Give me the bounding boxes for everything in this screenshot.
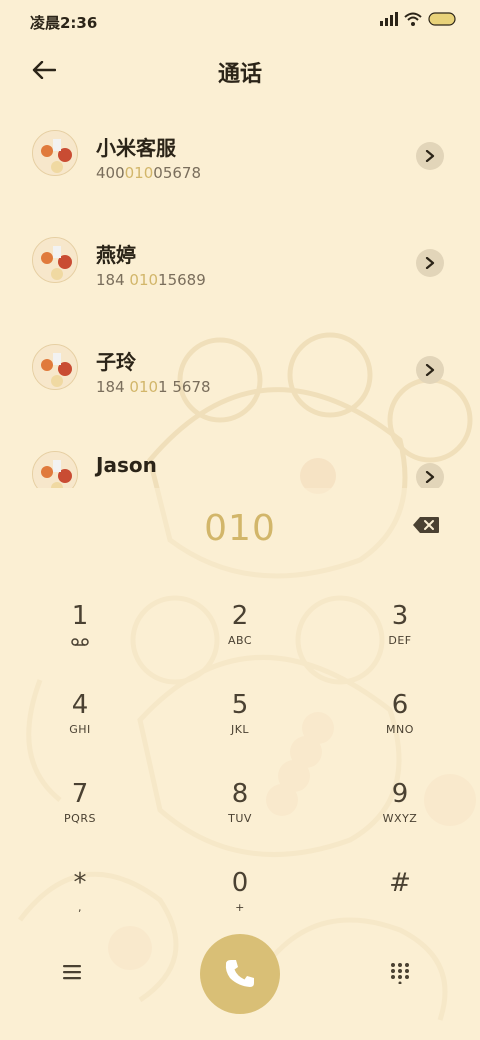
key-digit: 4 bbox=[71, 690, 89, 720]
avatar-illustration-icon bbox=[33, 131, 77, 175]
key-5[interactable]: 5 JKL bbox=[180, 689, 300, 769]
page-title: 通话 bbox=[217, 62, 262, 87]
dialpad-icon bbox=[391, 963, 409, 985]
backspace-icon bbox=[413, 517, 439, 533]
contact-row[interactable]: 小米客服 40001005678 bbox=[0, 104, 480, 204]
key-8[interactable]: 8 TUV bbox=[180, 778, 300, 858]
call-button[interactable] bbox=[200, 934, 280, 1014]
key-digit: 9 bbox=[391, 779, 409, 809]
contact-detail-button[interactable] bbox=[416, 249, 444, 277]
key-digit: 1 bbox=[71, 601, 89, 631]
backspace-button[interactable] bbox=[412, 516, 442, 538]
key-4[interactable]: 4 GHI bbox=[20, 689, 140, 769]
avatar bbox=[32, 130, 78, 176]
key-letters: , bbox=[78, 901, 82, 914]
dial-panel: 010 1 2 ABC 3 DEF 4 GHI 5 JKL 6 MNO 7 PQ… bbox=[0, 488, 480, 1040]
contact-number: 40001005678 bbox=[96, 164, 201, 182]
key-digit: 3 bbox=[391, 601, 409, 631]
dialpad-toggle-button[interactable] bbox=[390, 962, 414, 986]
status-bar: 凌晨2:36 bbox=[0, 0, 480, 42]
key-digit: # bbox=[389, 868, 411, 898]
contact-name: 小米客服 bbox=[96, 136, 176, 160]
key-6[interactable]: 6 MNO bbox=[340, 689, 460, 769]
menu-icon bbox=[63, 965, 81, 980]
menu-button[interactable] bbox=[62, 964, 92, 988]
contact-row[interactable]: 子玲 184 0101 5678 bbox=[0, 318, 480, 418]
key-letters: MNO bbox=[386, 723, 414, 736]
key-digit: 7 bbox=[71, 779, 89, 809]
contact-row[interactable]: Jason bbox=[0, 425, 480, 488]
contact-number: 184 0101 5678 bbox=[96, 378, 211, 396]
avatar-illustration-icon bbox=[33, 345, 77, 389]
contact-row[interactable]: 燕婷 184 01015689 bbox=[0, 211, 480, 311]
key-9[interactable]: 9 WXYZ bbox=[340, 778, 460, 858]
contact-list[interactable]: 小米客服 40001005678 燕婷 184 01015689 子玲 184 … bbox=[0, 104, 480, 488]
chevron-right-icon bbox=[425, 257, 435, 269]
avatar bbox=[32, 451, 78, 488]
key-letters: DEF bbox=[388, 634, 412, 647]
chevron-right-icon bbox=[425, 150, 435, 162]
status-icons bbox=[380, 12, 456, 26]
key-letters: ABC bbox=[227, 634, 253, 647]
key-7[interactable]: 7 PQRS bbox=[20, 778, 140, 858]
contact-detail-button[interactable] bbox=[416, 142, 444, 170]
contact-name: 燕婷 bbox=[96, 243, 136, 267]
key-digit: * bbox=[73, 868, 87, 898]
contact-detail-button[interactable] bbox=[416, 356, 444, 384]
battery-icon bbox=[428, 12, 456, 26]
avatar-illustration-icon bbox=[33, 238, 77, 282]
key-digit: 8 bbox=[231, 779, 249, 809]
key-letters: PQRS bbox=[64, 812, 96, 825]
key-3[interactable]: 3 DEF bbox=[340, 600, 460, 680]
avatar bbox=[32, 237, 78, 283]
key-digit: 0 bbox=[231, 868, 249, 898]
voicemail-icon bbox=[71, 638, 89, 646]
signal-icon bbox=[380, 12, 398, 26]
key-letters: WXYZ bbox=[382, 812, 418, 825]
key-letters: TUV bbox=[228, 812, 252, 825]
key-letters: JKL bbox=[230, 723, 250, 736]
chevron-right-icon bbox=[425, 364, 435, 376]
dialed-number: 010 bbox=[204, 508, 276, 549]
chevron-right-icon bbox=[425, 471, 435, 483]
key-letters: GHI bbox=[69, 723, 91, 736]
contact-name: Jason bbox=[96, 453, 157, 477]
avatar bbox=[32, 344, 78, 390]
status-time: 凌晨2:36 bbox=[30, 14, 98, 32]
key-1[interactable]: 1 bbox=[20, 600, 140, 680]
contact-name: 子玲 bbox=[96, 350, 136, 374]
key-digit: 5 bbox=[231, 690, 249, 720]
key-2[interactable]: 2 ABC bbox=[180, 600, 300, 680]
contact-detail-button[interactable] bbox=[416, 463, 444, 488]
bottom-bar bbox=[0, 934, 480, 1024]
contact-number: 184 01015689 bbox=[96, 271, 206, 289]
avatar-illustration-icon bbox=[33, 452, 77, 488]
key-letters: + bbox=[235, 901, 245, 914]
key-digit: 6 bbox=[391, 690, 409, 720]
header: 通话 bbox=[0, 42, 480, 98]
key-digit: 2 bbox=[231, 601, 249, 631]
phone-icon bbox=[225, 960, 254, 987]
wifi-icon bbox=[404, 12, 422, 26]
